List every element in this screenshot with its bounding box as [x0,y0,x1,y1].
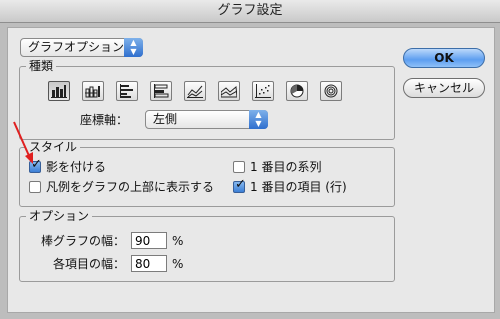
ok-button[interactable]: OK [403,48,485,68]
axis-select-arrows-icon: ▲ ▼ [249,110,268,129]
first-column-front-label: 1 番目の項目 (行) [250,180,347,194]
window-title-bar: グラフ設定 [0,0,500,23]
bar-graph-icon[interactable] [116,81,138,101]
section-popup-value: グラフオプション [28,40,125,54]
options-group: オプション 棒グラフの幅： % 各項目の幅： % [19,209,395,282]
scatter-graph-icon[interactable] [252,81,274,101]
type-group-label: 種類 [26,59,57,73]
popup-arrows-icon: ▲ ▼ [124,38,143,57]
first-row-front-checkbox[interactable] [233,161,245,173]
style-group-label: スタイル [26,140,81,154]
checkmark-icon: ✓ [31,157,42,172]
add-shadow-label: 影を付ける [46,160,107,174]
line-graph-icon[interactable] [184,81,206,101]
checkmark-icon: ✓ [235,177,246,192]
section-popup[interactable]: グラフオプション ▲ ▼ [20,38,143,57]
dialog-panel: グラフオプション ▲ ▼ 種類 座標軸： 左側 ▲ ▼ スタイル ✓ 影を付ける… [7,27,495,313]
axis-select[interactable]: 左側 ▲ ▼ [145,110,268,129]
axis-select-value: 左側 [153,112,178,126]
pie-graph-icon[interactable] [286,81,308,101]
stacked-column-graph-icon[interactable] [82,81,104,101]
legend-top-checkbox[interactable] [29,181,41,193]
column-width-unit: % [172,234,184,248]
cluster-width-label: 各項目の幅： [53,257,126,271]
radar-graph-icon[interactable] [320,81,342,101]
cluster-width-input[interactable] [131,255,167,272]
column-width-input[interactable] [131,232,167,249]
cancel-button[interactable]: キャンセル [403,78,485,98]
legend-top-label: 凡例をグラフの上部に表示する [46,180,215,194]
type-group: 種類 座標軸： 左側 ▲ ▼ [19,59,395,140]
options-group-label: オプション [26,209,93,223]
window-title: グラフ設定 [217,3,283,18]
add-shadow-checkbox[interactable]: ✓ [29,157,42,173]
column-graph-icon[interactable] [48,81,70,101]
axis-label: 座標軸： [80,113,129,127]
first-column-front-checkbox[interactable]: ✓ [233,177,246,193]
column-width-label: 棒グラフの幅： [41,234,126,248]
cluster-width-unit: % [172,257,184,271]
stacked-bar-graph-icon[interactable] [150,81,172,101]
area-graph-icon[interactable] [218,81,240,101]
first-row-front-label: 1 番目の系列 [250,160,322,174]
style-group: スタイル ✓ 影を付ける 凡例をグラフの上部に表示する 1 番目の系列 ✓ 1 … [19,140,395,207]
